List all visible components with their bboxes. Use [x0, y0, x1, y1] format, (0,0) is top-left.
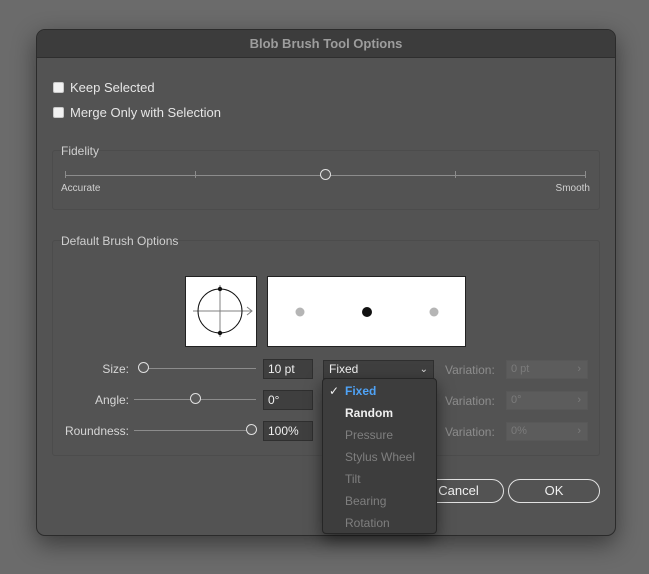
checkmark-icon: ✓ [329, 384, 340, 398]
roundness-variation-label: Variation: [445, 425, 495, 439]
menu-item-stylus-wheel: Stylus Wheel [345, 450, 416, 464]
size-mode-dropdown-menu: ✓ Fixed Random Pressure Stylus Wheel Til… [322, 378, 437, 534]
fidelity-accurate-label: Accurate [61, 183, 101, 194]
angle-variation-value: 0° [511, 394, 522, 406]
fidelity-group [52, 150, 600, 210]
roundness-input[interactable]: 100% [263, 421, 313, 441]
keep-selected-label: Keep Selected [70, 80, 155, 95]
roundness-slider-track[interactable] [134, 430, 256, 431]
fidelity-tick [65, 171, 66, 178]
fidelity-smooth-label: Smooth [555, 183, 590, 194]
chevron-right-icon: › [577, 363, 581, 375]
fidelity-label: Fidelity [61, 144, 100, 158]
chevron-right-icon: › [577, 394, 581, 406]
fidelity-slider-handle[interactable] [320, 169, 331, 180]
brush-angle-preview[interactable] [185, 276, 257, 347]
size-label: Size: [102, 362, 129, 376]
size-variation-input: 0 pt › [506, 360, 588, 379]
menu-item-bearing: Bearing [345, 494, 387, 508]
keep-selected-option[interactable]: Keep Selected [53, 80, 155, 95]
chevron-down-icon: ⌄ [419, 364, 428, 375]
dialog-title: Blob Brush Tool Options [37, 30, 615, 58]
size-mode-value: Fixed [329, 362, 359, 376]
menu-item-fixed[interactable]: Fixed [345, 384, 376, 398]
size-slider-track[interactable] [139, 368, 256, 369]
fidelity-tick [195, 171, 196, 178]
fidelity-tick [585, 171, 586, 178]
roundness-variation-input: 0% › [506, 422, 588, 441]
angle-slider-handle[interactable] [190, 393, 201, 404]
brush-size-dots-icon [295, 307, 439, 317]
merge-only-label: Merge Only with Selection [70, 105, 222, 120]
angle-label: Angle: [94, 393, 129, 407]
menu-item-random[interactable]: Random [345, 406, 393, 420]
size-variation-value: 0 pt [511, 363, 530, 375]
angle-variation-label: Variation: [445, 394, 495, 408]
brush-options-label: Default Brush Options [61, 234, 179, 248]
size-mode-select[interactable]: Fixed ⌄ [323, 360, 434, 379]
roundness-variation-value: 0% [511, 425, 527, 437]
size-variation-label: Variation: [445, 363, 495, 377]
brush-size-preview [267, 276, 466, 347]
size-slider-handle[interactable] [138, 362, 149, 373]
merge-only-checkbox[interactable] [53, 107, 64, 118]
angle-input[interactable]: 0° [263, 390, 313, 410]
ok-button[interactable]: OK [508, 479, 600, 503]
menu-item-tilt: Tilt [345, 472, 361, 486]
fidelity-tick [455, 171, 456, 178]
chevron-right-icon: › [577, 425, 581, 437]
angle-variation-input: 0° › [506, 391, 588, 410]
roundness-slider-handle[interactable] [246, 424, 257, 435]
merge-only-option[interactable]: Merge Only with Selection [53, 105, 221, 120]
brush-shape-icon [193, 285, 253, 337]
menu-item-rotation: Rotation [345, 516, 390, 530]
size-input[interactable]: 10 pt [263, 359, 313, 379]
keep-selected-checkbox[interactable] [53, 82, 64, 93]
menu-item-pressure: Pressure [345, 428, 394, 442]
roundness-label: Roundness: [64, 424, 129, 438]
